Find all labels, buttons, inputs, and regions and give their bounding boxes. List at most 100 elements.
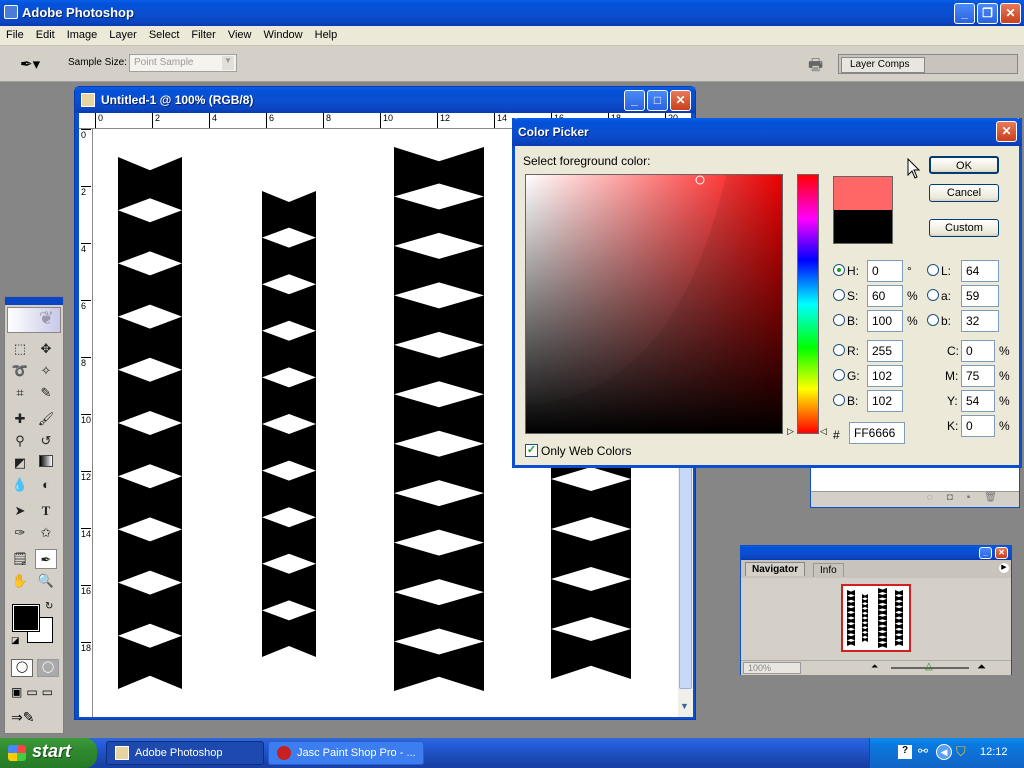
saturation-radio[interactable]	[833, 289, 845, 301]
only-web-colors-checkbox[interactable]: ✓	[525, 444, 538, 457]
color-field[interactable]	[525, 174, 783, 434]
jump-to-imageready-icon[interactable]: ⇒✎	[11, 709, 34, 726]
dodge-tool-icon[interactable]: ◐	[35, 475, 57, 495]
tray-arrow-icon[interactable]: ◀	[936, 744, 952, 760]
saturation-field[interactable]: 60	[867, 285, 903, 307]
crop-tool-icon[interactable]: ⌗	[9, 383, 31, 403]
lightness-radio[interactable]	[927, 264, 939, 276]
notes-tool-icon[interactable]: 🗒	[9, 549, 31, 569]
b-channel-radio[interactable]	[927, 314, 939, 326]
doc-minimize-button[interactable]: _	[624, 90, 645, 111]
blur-tool-icon[interactable]: 💧	[9, 475, 31, 495]
zoom-tool-icon[interactable]: 🔍	[35, 571, 57, 591]
navigator-tab[interactable]: Navigator	[745, 562, 806, 576]
lasso-tool-icon[interactable]: ➰	[9, 361, 31, 381]
zoom-in-icon[interactable]: ⏶	[977, 661, 986, 674]
menu-select[interactable]: Select	[143, 26, 186, 41]
restore-button[interactable]: ❐	[977, 3, 998, 24]
hue-slider[interactable]	[797, 174, 819, 434]
move-tool-icon[interactable]: ✥	[35, 339, 57, 359]
shape-tool-icon[interactable]: ✩	[35, 523, 57, 543]
magic-wand-icon[interactable]: ✧	[35, 361, 57, 381]
gradient-tool-icon[interactable]	[35, 453, 57, 473]
ok-button[interactable]: OK	[929, 156, 999, 174]
color-picker-close-button[interactable]: ✕	[996, 121, 1017, 142]
menu-filter[interactable]: Filter	[185, 26, 221, 41]
pen-tool-icon[interactable]: ✑	[9, 523, 31, 543]
menu-edit[interactable]: Edit	[30, 26, 61, 41]
zoom-slider-thumb[interactable]: △	[925, 661, 933, 672]
green-field[interactable]: 102	[867, 365, 903, 387]
current-color-swatch[interactable]	[833, 210, 893, 244]
red-field[interactable]: 255	[867, 340, 903, 362]
navigator-thumbnail[interactable]	[841, 584, 911, 652]
hue-slider-left-arrow-icon[interactable]: ▷	[787, 426, 794, 437]
a-channel-field[interactable]: 59	[961, 285, 999, 307]
zoom-out-icon[interactable]: ⏶	[871, 661, 878, 672]
swap-colors-icon[interactable]: ↻	[45, 601, 53, 612]
close-button[interactable]: ✕	[1000, 3, 1021, 24]
menu-view[interactable]: View	[222, 26, 258, 41]
menu-image[interactable]: Image	[61, 26, 104, 41]
brightness-field[interactable]: 100	[867, 310, 903, 332]
eraser-tool-icon[interactable]: ◩	[9, 453, 31, 473]
marquee-tool-icon[interactable]: ⬚	[9, 339, 31, 359]
toolbox-handle[interactable]	[5, 297, 63, 305]
doc-close-button[interactable]: ✕	[670, 90, 691, 111]
standard-mode-icon[interactable]: ◯	[11, 659, 33, 677]
screen-mode-icons[interactable]: ▣▭▭	[11, 685, 57, 699]
clone-stamp-icon[interactable]: ⚲	[9, 431, 31, 451]
network-icon[interactable]: ⚯	[918, 744, 928, 758]
menu-window[interactable]: Window	[258, 26, 309, 41]
hue-radio[interactable]	[833, 264, 845, 276]
taskbar-item-paintshop[interactable]: Jasc Paint Shop Pro - ...	[268, 741, 424, 765]
foreground-color-swatch[interactable]	[12, 604, 40, 632]
red-radio[interactable]	[833, 344, 845, 356]
hue-field[interactable]: 0	[867, 260, 903, 282]
blue-field[interactable]: 102	[867, 390, 903, 412]
brightness-radio[interactable]	[833, 314, 845, 326]
menu-file[interactable]: File	[0, 26, 30, 41]
sample-size-select[interactable]: Point Sample ▼	[129, 54, 237, 72]
eyedropper-tool-icon[interactable]: ✒	[35, 549, 57, 569]
menu-layer[interactable]: Layer	[103, 26, 143, 41]
hex-field[interactable]: FF6666	[849, 422, 905, 444]
history-brush-icon[interactable]: ↺	[35, 431, 57, 451]
navigator-minimize-button[interactable]: _	[979, 547, 992, 559]
eyedropper-tool-preset-icon[interactable]: ✒▾	[20, 55, 40, 73]
info-tab[interactable]: Info	[813, 563, 844, 577]
hue-slider-right-arrow-icon[interactable]: ◁	[820, 426, 827, 437]
magenta-field[interactable]: 75	[961, 365, 995, 387]
path-selection-icon[interactable]: ➤	[9, 501, 31, 521]
black-field[interactable]: 0	[961, 415, 995, 437]
layer-comps-tab[interactable]: Layer Comps	[841, 57, 925, 73]
security-shield-icon[interactable]: ⛉	[956, 744, 966, 760]
taskbar-item-photoshop[interactable]: Adobe Photoshop	[106, 741, 264, 765]
doc-maximize-button[interactable]: □	[647, 90, 668, 111]
navigator-panel-header[interactable]: _ ✕	[741, 546, 1011, 560]
menu-help[interactable]: Help	[309, 26, 344, 41]
slice-tool-icon[interactable]: ✎	[35, 383, 57, 403]
cancel-button[interactable]: Cancel	[929, 184, 999, 202]
yellow-field[interactable]: 54	[961, 390, 995, 412]
quick-mask-icon[interactable]: ◯	[37, 659, 59, 677]
navigator-close-button[interactable]: ✕	[995, 547, 1008, 559]
default-colors-icon[interactable]: ◪	[11, 635, 20, 646]
scroll-down-arrow-icon[interactable]: ▼	[680, 701, 689, 711]
lightness-field[interactable]: 64	[961, 260, 999, 282]
brush-tool-icon[interactable]: 🖌	[35, 409, 57, 429]
healing-brush-icon[interactable]: ✚	[9, 409, 31, 429]
panel-menu-arrow-icon[interactable]: ▶	[999, 563, 1009, 573]
a-channel-radio[interactable]	[927, 289, 939, 301]
start-button[interactable]: start	[0, 738, 97, 768]
green-radio[interactable]	[833, 369, 845, 381]
palette-well-icon[interactable]: 🖶	[808, 54, 823, 81]
custom-button[interactable]: Custom	[929, 219, 999, 237]
help-icon[interactable]: ?	[898, 745, 912, 759]
blue-radio[interactable]	[833, 394, 845, 406]
type-tool-icon[interactable]: T	[35, 501, 57, 521]
hand-tool-icon[interactable]: ✋	[9, 571, 31, 591]
zoom-value-field[interactable]: 100%	[743, 662, 801, 674]
minimize-button[interactable]: _	[954, 3, 975, 24]
b-channel-field[interactable]: 32	[961, 310, 999, 332]
